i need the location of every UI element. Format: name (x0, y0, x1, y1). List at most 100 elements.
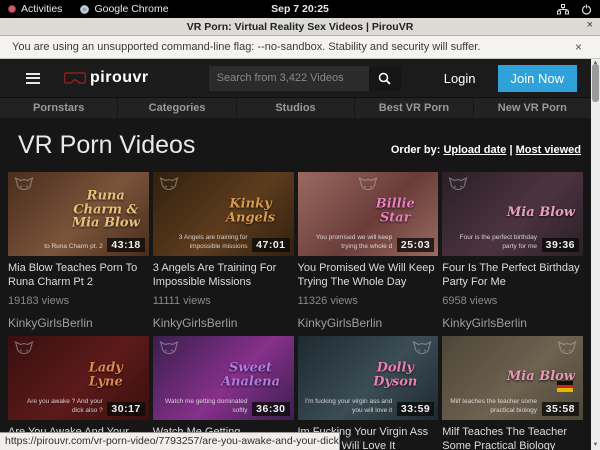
video-card: Runa Charm & Mia Blow to Runa Charm pt. … (8, 172, 149, 330)
order-most-viewed-link[interactable]: Most viewed (516, 144, 581, 156)
thumbnail-caption: Milf teaches the teacher some practical … (448, 398, 537, 415)
thumbnail-model-name: Kinky Angels (216, 198, 286, 225)
window-close-icon[interactable]: × (587, 19, 593, 31)
thumbnail-caption: You promised we will keep trying the who… (304, 234, 393, 251)
site-logo-text: pirouvr (90, 69, 149, 87)
network-icon[interactable] (557, 4, 569, 15)
chrome-icon (80, 5, 89, 14)
video-thumbnail[interactable]: Sweet Analena Watch me getting dominated… (153, 336, 294, 420)
video-views: 6958 views (442, 295, 583, 307)
thumbnail-model-name: Dolly Dyson (360, 362, 430, 389)
video-title-link[interactable]: Mia Blow Teaches Porn To Runa Charm Pt 2 (8, 261, 149, 289)
vr-goggles-icon (64, 72, 86, 85)
video-title-link[interactable]: Milf Teaches The Teacher Some Practical … (442, 425, 583, 450)
thumbnail-caption: I'm fucking your virgin ass and you will… (304, 398, 393, 415)
video-studio-link[interactable]: KinkyGirlsBerlin (442, 316, 583, 330)
nav-item-pornstars[interactable]: Pornstars (0, 98, 118, 118)
search-button[interactable] (369, 66, 401, 91)
nav-item-best-vr-porn[interactable]: Best VR Porn (355, 98, 473, 118)
browser-scrollbar[interactable]: ▲ ▼ (591, 59, 600, 450)
order-upload-date-link[interactable]: Upload date (443, 144, 506, 156)
thumbnail-model-name: Mia Blow (507, 206, 575, 220)
video-card: Mia Blow Four is the perfect birthday pa… (442, 172, 583, 330)
studio-cat-watermark-icon (159, 177, 179, 195)
duration-badge: 33:59 (397, 402, 434, 416)
studio-cat-watermark-icon (358, 177, 378, 195)
window-title-bar[interactable]: VR Porn: Virtual Reality Sex Videos | Pi… (0, 18, 600, 36)
video-card: Billie Star You promised we will keep tr… (298, 172, 439, 330)
main-nav: Pornstars Categories Studios Best VR Por… (0, 97, 591, 118)
duration-badge: 35:58 (542, 402, 579, 416)
infobar-message: You are using an unsupported command-lin… (12, 41, 480, 53)
page-header: VR Porn Videos Order by: Upload date | M… (0, 118, 591, 170)
activities-button[interactable]: Activities (8, 3, 62, 15)
video-thumbnail[interactable]: Mia Blow Four is the perfect birthday pa… (442, 172, 583, 256)
site-logo[interactable]: pirouvr (64, 69, 149, 87)
menu-icon[interactable] (26, 73, 40, 84)
infobar-close-icon[interactable]: × (575, 40, 582, 54)
search-input[interactable] (209, 66, 369, 91)
video-thumbnail[interactable]: Dolly Dyson I'm fucking your virgin ass … (298, 336, 439, 420)
nav-item-categories[interactable]: Categories (118, 98, 236, 118)
thumbnail-caption: Are you awake ? And your dick also ? (14, 398, 103, 415)
duration-badge: 36:30 (252, 402, 289, 416)
clock[interactable]: Sep 7 20:25 (271, 3, 329, 15)
studio-cat-watermark-icon (159, 341, 179, 359)
window-title: VR Porn: Virtual Reality Sex Videos | Pi… (187, 21, 414, 33)
studio-cat-watermark-icon (14, 341, 34, 359)
studio-cat-watermark-icon (557, 341, 577, 359)
thumbnail-caption: to Runa Charm pt. 2 (14, 243, 103, 251)
studio-cat-watermark-icon (14, 177, 34, 195)
duration-badge: 39:36 (542, 238, 579, 252)
video-views: 19183 views (8, 295, 149, 307)
thumbnail-model-name: Runa Charm & Mia Blow (71, 189, 141, 230)
duration-badge: 43:18 (107, 238, 144, 252)
activities-indicator-icon (8, 5, 16, 13)
activities-label: Activities (21, 3, 62, 15)
chrome-infobar: You are using an unsupported command-lin… (0, 36, 600, 59)
nav-item-new-vr-porn[interactable]: New VR Porn (474, 98, 591, 118)
video-thumbnail[interactable]: Lady Lyne Are you awake ? And your dick … (8, 336, 149, 420)
thumbnail-caption: 3 Angels are training for impossible mis… (159, 234, 248, 251)
login-button[interactable]: Login (444, 71, 476, 86)
app-menu-button[interactable]: Google Chrome (62, 3, 168, 15)
site-header: pirouvr Login Join Now (0, 59, 591, 97)
desktop-top-bar: Activities Google Chrome Sep 7 20:25 (0, 0, 600, 18)
video-thumbnail[interactable]: Runa Charm & Mia Blow to Runa Charm pt. … (8, 172, 149, 256)
join-now-button[interactable]: Join Now (498, 65, 577, 92)
power-icon[interactable] (581, 4, 592, 15)
search-icon (378, 72, 391, 85)
studio-cat-watermark-icon (448, 177, 468, 195)
video-thumbnail[interactable]: Billie Star You promised we will keep tr… (298, 172, 439, 256)
video-card: Mia Blow Milf teaches the teacher some p… (442, 336, 583, 450)
duration-badge: 30:17 (107, 402, 144, 416)
scrollbar-thumb[interactable] (592, 64, 599, 102)
studio-cat-watermark-icon (412, 341, 432, 359)
german-flag-icon (557, 381, 573, 392)
duration-badge: 47:01 (252, 238, 289, 252)
video-studio-link[interactable]: KinkyGirlsBerlin (153, 316, 294, 330)
thumbnail-model-name: Lady Lyne (71, 362, 141, 389)
nav-item-studios[interactable]: Studios (237, 98, 355, 118)
video-views: 11326 views (298, 295, 439, 307)
video-studio-link[interactable]: KinkyGirlsBerlin (298, 316, 439, 330)
thumbnail-model-name: Billie Star (360, 198, 430, 225)
thumbnail-caption: Watch me getting dominated softly (159, 398, 248, 415)
duration-badge: 25:03 (397, 238, 434, 252)
status-url-bubble: https://pirouvr.com/vr-porn-video/779325… (0, 432, 340, 450)
order-separator: | (509, 144, 512, 156)
video-views: 11111 views (153, 295, 294, 307)
video-card: Kinky Angels 3 Angels are training for i… (153, 172, 294, 330)
web-page: pirouvr Login Join Now Pornstars Categor… (0, 59, 600, 450)
scroll-down-icon[interactable]: ▼ (591, 441, 600, 450)
video-title-link[interactable]: 3 Angels Are Training For Impossible Mis… (153, 261, 294, 289)
video-studio-link[interactable]: KinkyGirlsBerlin (8, 316, 149, 330)
video-thumbnail[interactable]: Kinky Angels 3 Angels are training for i… (153, 172, 294, 256)
thumbnail-caption: Four is the perfect birthday party for m… (448, 234, 537, 251)
video-thumbnail[interactable]: Mia Blow Milf teaches the teacher some p… (442, 336, 583, 420)
search-bar (209, 66, 401, 91)
video-title-link[interactable]: You Promised We Will Keep Trying The Who… (298, 261, 439, 289)
order-by: Order by: Upload date | Most viewed (391, 144, 581, 160)
thumbnail-model-name: Sweet Analena (216, 362, 286, 389)
video-title-link[interactable]: Four Is The Perfect Birthday Party For M… (442, 261, 583, 289)
